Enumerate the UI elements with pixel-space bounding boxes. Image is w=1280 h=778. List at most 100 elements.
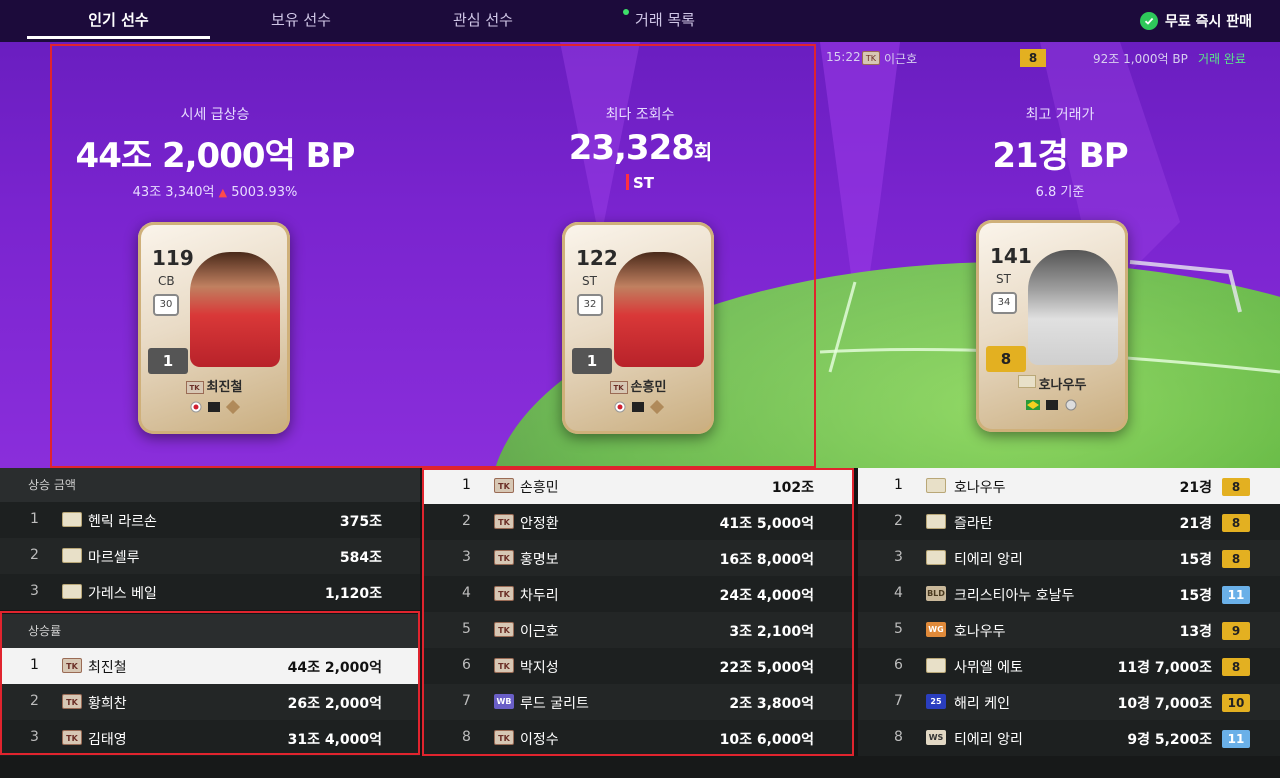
- table-row[interactable]: 1 호나우두 21경 8: [858, 468, 1280, 504]
- row-rank: 5: [894, 621, 903, 637]
- row-value: 26조 2,000억: [287, 696, 382, 712]
- table-row[interactable]: 1 헨릭 라르손 375조: [0, 502, 420, 538]
- tab-trade-list[interactable]: 거래 목록: [574, 0, 756, 42]
- row-value: 9경 5,200조: [1127, 732, 1212, 748]
- ticker-player-name: 이근호: [884, 52, 918, 66]
- surge-label: 시세 급상승: [180, 107, 250, 123]
- card-ovr: 141: [990, 244, 1032, 268]
- top-trade-stat: 최고 거래가 21경 BP 6.8 기준: [910, 104, 1210, 200]
- table-row[interactable]: 2 즐라탄 21경 8: [858, 504, 1280, 540]
- grade-badge: 8: [1222, 658, 1250, 676]
- grade-badge: 8: [1222, 550, 1250, 568]
- active-tab-indicator: [27, 36, 210, 39]
- views-stat: 최다 조회수 23,328회 ST: [490, 104, 790, 192]
- table-row[interactable]: 3 가레스 베일 1,120조: [0, 574, 420, 610]
- top-navigation: 인기 선수 보유 선수 관심 선수 거래 목록 무료 즉시 판매: [0, 0, 1280, 42]
- icon-season-tag: [1017, 375, 1036, 388]
- card-ovr: 119: [152, 246, 194, 270]
- surge-sub: 43조 3,340억 ▲ 5003.93%: [60, 181, 370, 200]
- instant-sell-button[interactable]: 무료 즉시 판매: [1139, 0, 1252, 42]
- row-rank: 2: [30, 693, 39, 709]
- table-row[interactable]: 2 TK 황희찬 26조 2,000억: [0, 684, 420, 720]
- row-player-name: 사뮈엘 에토: [954, 660, 1023, 676]
- table-row[interactable]: 5 WG 호나우두 13경 9: [858, 612, 1280, 648]
- card-grade-badge: 8: [986, 346, 1026, 372]
- top-trade-label: 최고 거래가: [1025, 107, 1095, 123]
- row-rank: 1: [462, 477, 471, 493]
- row-player-name: 황희찬: [88, 696, 127, 712]
- trade-price-ranking-panel: 1 호나우두 21경 8 2 즐라탄 21경 8 3 티에리 앙리 15경 8 …: [858, 468, 1280, 756]
- icon-season-tag: [926, 550, 946, 565]
- table-row[interactable]: 4 BLD 크리스티아누 호날두 15경 11: [858, 576, 1280, 612]
- table-row[interactable]: 6 사뮈엘 에토 11경 7,000조 8: [858, 648, 1280, 684]
- card-season-tag: TK: [609, 381, 628, 394]
- player-portrait: [614, 252, 704, 367]
- row-rank: 7: [894, 693, 903, 709]
- table-row[interactable]: 8 TK 이정수 10조 6,000억: [424, 720, 852, 756]
- table-row[interactable]: 4 TK 차두리 24조 4,000억: [424, 576, 852, 612]
- row-player-name: 티에리 앙리: [954, 552, 1023, 568]
- table-row[interactable]: 1 TK 최진철 44조 2,000억: [0, 648, 420, 684]
- table-row[interactable]: 2 마르셀루 584조: [0, 538, 420, 574]
- table-row[interactable]: 3 티에리 앙리 15경 8: [858, 540, 1280, 576]
- views-position-label: ST: [632, 174, 655, 192]
- row-player-name: 안정환: [520, 516, 559, 532]
- views-label: 최다 조회수: [605, 107, 675, 123]
- table-row[interactable]: 2 TK 안정환 41조 5,000억: [424, 504, 852, 540]
- nation-club-icons: [190, 399, 241, 415]
- nation-club-icons: [1026, 399, 1077, 411]
- views-unit: 회: [693, 140, 712, 164]
- row-value: 1,120조: [324, 586, 382, 602]
- table-row[interactable]: 7 WB 루드 굴리트 2조 3,800억: [424, 684, 852, 720]
- grade-badge: 8: [1222, 478, 1250, 496]
- row-player-name: 호나우두: [954, 624, 1006, 640]
- season-tag: 25: [926, 694, 946, 709]
- table-row[interactable]: 7 25 해리 케인 10경 7,000조 10: [858, 684, 1280, 720]
- row-value: 11경 7,000조: [1117, 660, 1212, 676]
- row-value: 21경: [1179, 480, 1212, 496]
- surge-change-rate: 5003.93%: [231, 185, 298, 200]
- card-grade-badge: 1: [572, 348, 612, 374]
- table-row[interactable]: 3 TK 홍명보 16조 8,000억: [424, 540, 852, 576]
- table-row[interactable]: 3 TK 김태영 31조 4,000억: [0, 720, 420, 756]
- season-tag: WB: [494, 694, 514, 709]
- card-name-text: 최진철: [206, 380, 243, 395]
- player-card-views[interactable]: 122 ST 32 1 TK 손흥민: [562, 222, 714, 434]
- table-row[interactable]: 8 WS 티에리 앙리 9경 5,200조 11: [858, 720, 1280, 756]
- row-player-name: 가레스 베일: [88, 586, 157, 602]
- views-position: ST: [490, 174, 790, 192]
- card-position: CB: [158, 274, 175, 288]
- views-value-wrap: 23,328회: [490, 128, 790, 168]
- tab-watchlist-players[interactable]: 관심 선수: [392, 0, 574, 42]
- table-row[interactable]: 6 TK 박지성 22조 5,000억: [424, 648, 852, 684]
- table-row[interactable]: 5 TK 이근호 3조 2,100억: [424, 612, 852, 648]
- season-tag: TK: [494, 730, 514, 745]
- player-card-top-trade[interactable]: 141 ST 34 8 호나우두: [976, 220, 1128, 432]
- card-name-text: 손흥민: [630, 380, 667, 395]
- row-rank: 4: [462, 585, 471, 601]
- row-value: 15경: [1179, 552, 1212, 568]
- row-rank: 3: [30, 729, 39, 745]
- row-value: 2조 3,800억: [729, 696, 814, 712]
- row-value: 3조 2,100억: [729, 624, 814, 640]
- row-player-name: 차두리: [520, 588, 559, 604]
- card-player-name: TK 손흥민: [562, 376, 714, 395]
- tab-owned-players[interactable]: 보유 선수: [210, 0, 392, 42]
- table-row[interactable]: 1 TK 손흥민 102조: [424, 468, 852, 504]
- row-value: 10조 6,000억: [719, 732, 814, 748]
- check-circle-icon: [1139, 12, 1158, 30]
- player-card-surge[interactable]: 119 CB 30 1 TK 최진철: [138, 222, 290, 434]
- rise-amount-header: 상승 금액: [0, 468, 420, 502]
- card-player-name: 호나우두: [976, 374, 1128, 393]
- row-player-name: 해리 케인: [954, 696, 1010, 712]
- row-value: 31조 4,000억: [287, 732, 382, 748]
- ticker-season-tag: TK: [862, 51, 880, 65]
- row-rank: 1: [30, 657, 39, 673]
- row-value: 22조 5,000억: [719, 660, 814, 676]
- card-flags: [138, 399, 290, 417]
- card-position: ST: [996, 272, 1011, 286]
- notification-dot: [623, 9, 629, 15]
- row-player-name: 호나우두: [954, 480, 1006, 496]
- grade-badge: 11: [1222, 730, 1250, 748]
- rise-rate-header: 상승률: [0, 614, 420, 648]
